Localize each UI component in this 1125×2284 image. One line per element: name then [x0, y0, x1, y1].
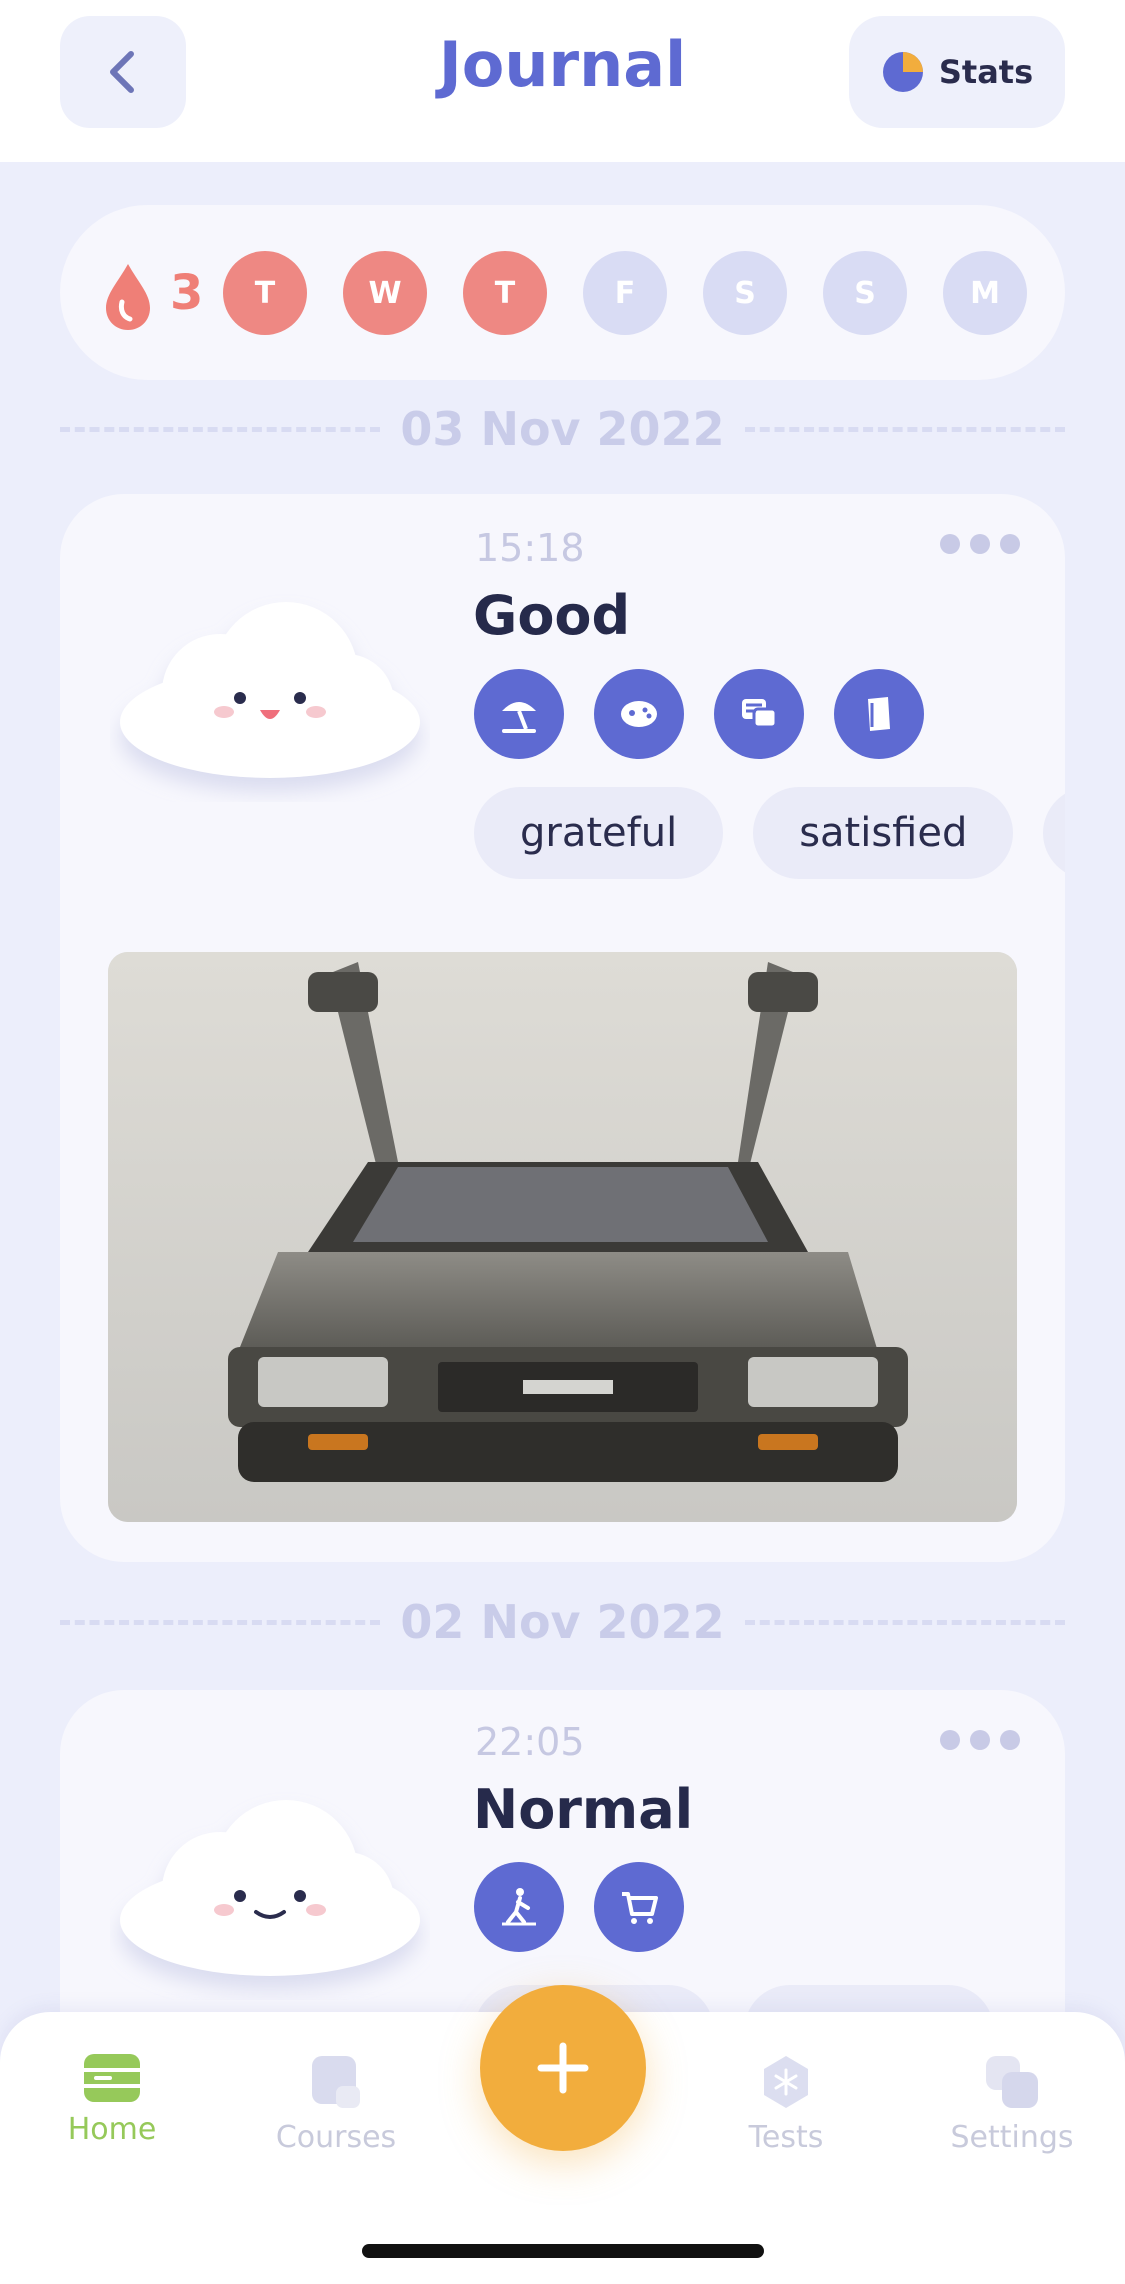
nav-item-tests[interactable]: Tests: [706, 2052, 866, 2155]
stats-button[interactable]: Stats: [849, 16, 1065, 128]
game-controller-icon: [594, 669, 684, 759]
book-icon: [834, 669, 924, 759]
date-label: 02 Nov 2022: [400, 1595, 725, 1649]
feeling-chips: grateful satisfied: [474, 787, 1065, 879]
nav-label: Courses: [275, 2120, 397, 2155]
pie-chart-icon: [882, 52, 923, 92]
nav-label: Tests: [748, 2120, 824, 2155]
stats-label: Stats: [938, 53, 1034, 91]
more-options-icon[interactable]: [940, 534, 1020, 554]
streak-day: T: [463, 251, 547, 335]
feeling-chip-overflow: [1043, 787, 1065, 879]
date-separator: 03 Nov 2022: [60, 399, 1065, 459]
tests-icon: [764, 2056, 808, 2108]
nav-label: Settings: [950, 2120, 1074, 2155]
streak-day: T: [223, 251, 307, 335]
streak-day: W: [343, 251, 427, 335]
entry-mood: Good: [473, 584, 631, 647]
home-icon: [84, 2054, 140, 2102]
feeling-chip: satisfied: [753, 787, 1014, 879]
home-indicator: [362, 2244, 764, 2258]
streak-day: F: [583, 251, 667, 335]
feeling-chip: grateful: [474, 787, 724, 879]
streak-day: S: [823, 251, 907, 335]
entry-time: 22:05: [475, 1720, 585, 1764]
journal-entry-card[interactable]: 15:18 Good grateful satisfied: [60, 494, 1065, 1562]
streak-day: S: [703, 251, 787, 335]
settings-icon: [986, 2056, 1038, 2108]
header: Journal Stats: [0, 0, 1125, 162]
date-separator: 02 Nov 2022: [60, 1592, 1065, 1652]
streak-card: 3 T W T F S S M: [60, 205, 1065, 380]
entry-photo[interactable]: [108, 952, 1017, 1522]
beach-umbrella-icon: [474, 669, 564, 759]
nav-item-courses[interactable]: Courses: [256, 2052, 416, 2155]
entry-time: 15:18: [475, 526, 585, 570]
car-photo-image: [108, 952, 1017, 1522]
nav-label: Home: [67, 2112, 157, 2147]
cloud-neutral-mood-icon: [120, 1800, 420, 1976]
nav-item-settings[interactable]: Settings: [932, 2052, 1092, 2155]
activity-icons: [474, 669, 924, 759]
cloud-rainbow-mood-icon: [120, 602, 420, 778]
nav-item-home[interactable]: Home: [32, 2052, 192, 2147]
shopping-cart-icon: [594, 1862, 684, 1952]
date-label: 03 Nov 2022: [400, 402, 725, 456]
plus-icon: [537, 2042, 589, 2094]
chat-icon: [714, 669, 804, 759]
walking-person-icon: [474, 1862, 564, 1952]
streak-count: 3: [170, 265, 204, 321]
courses-icon: [312, 2056, 360, 2108]
entry-mood: Normal: [473, 1778, 694, 1841]
more-options-icon[interactable]: [940, 1730, 1020, 1750]
add-entry-button[interactable]: [480, 1985, 646, 2151]
flame-drop-icon: [106, 264, 150, 330]
streak-day: M: [943, 251, 1027, 335]
activity-icons: [474, 1862, 684, 1952]
